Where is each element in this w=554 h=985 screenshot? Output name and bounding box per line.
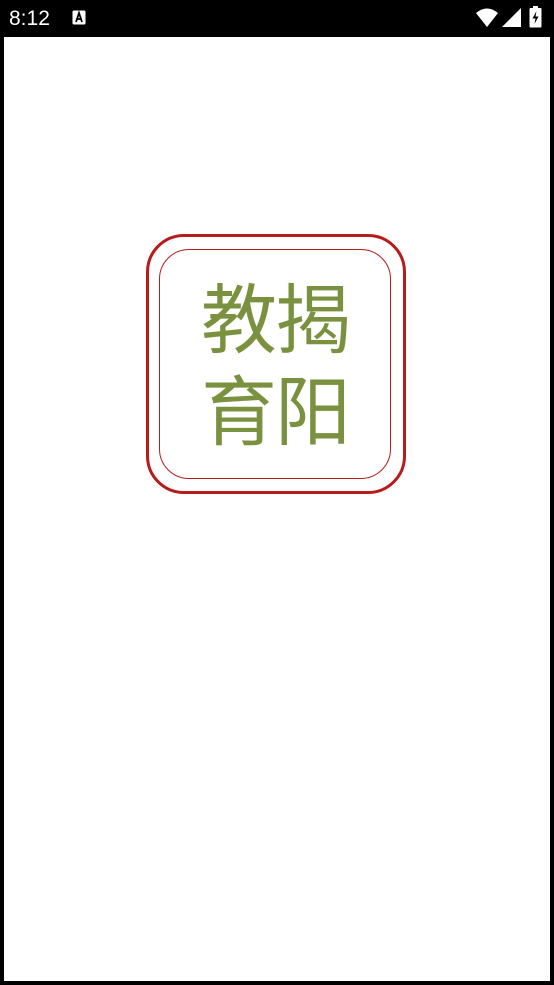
cell-signal-icon (502, 8, 521, 27)
splash-screen: 教揭 育阳 (4, 37, 550, 981)
logo-text-line-2: 育阳 (201, 368, 351, 457)
app-logo-inner-frame: 教揭 育阳 (159, 249, 391, 479)
status-time: 8:12 (9, 7, 50, 30)
app-logo: 教揭 育阳 (146, 234, 406, 494)
logo-text-line-1: 教揭 (201, 276, 351, 365)
wifi-icon (476, 8, 498, 27)
accessibility-a-icon (72, 10, 86, 25)
battery-charging-icon (529, 6, 542, 28)
status-bar: 8:12 (0, 0, 554, 37)
